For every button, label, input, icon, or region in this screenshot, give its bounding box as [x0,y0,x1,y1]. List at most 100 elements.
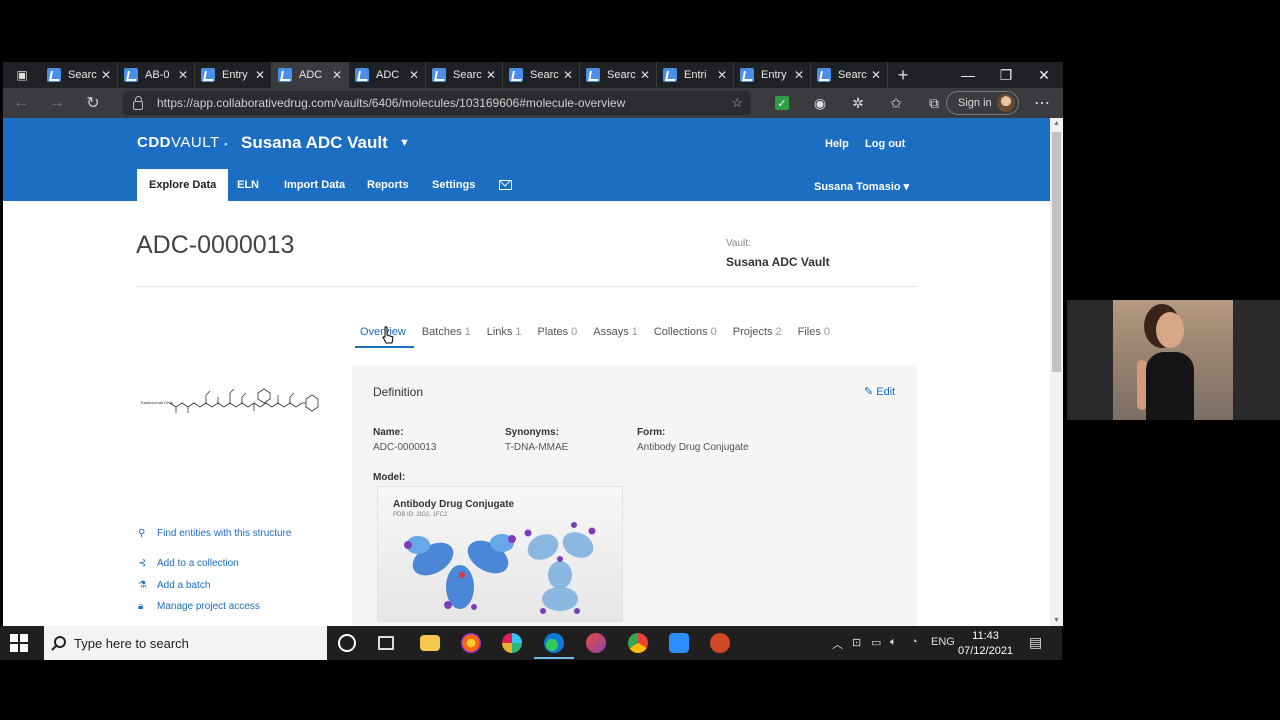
tab-close-icon[interactable]: ✕ [409,68,419,82]
windows-start-icon[interactable] [10,634,28,652]
sign-in-label: Sign in [958,97,992,109]
nav-tab-explore-data[interactable]: Explore Data [137,169,229,201]
tray-network-icon[interactable]: ⊡ [852,636,861,649]
model-image[interactable]: Antibody Drug Conjugate PDB ID: 2IG2, 1F… [377,486,623,622]
restore-button[interactable]: ❐ [987,62,1025,88]
subtab-projects[interactable]: Projects 2 [733,326,782,338]
sign-in-button[interactable]: Sign in [946,91,1019,115]
tab-close-icon[interactable]: ✕ [794,68,804,82]
antibody-illustration [404,522,596,614]
wifi-icon[interactable]: ◔ [911,636,918,648]
tab-close-icon[interactable]: ✕ [717,68,727,82]
forward-icon[interactable]: → [39,88,75,118]
firefox-icon[interactable] [461,633,481,653]
tab-close-icon[interactable]: ✕ [178,68,188,82]
tray-chevron-icon[interactable]: ︿ [832,636,843,652]
tab-close-icon[interactable]: ✕ [640,68,650,82]
side-link[interactable]: ⚗ Add a batch [138,580,210,591]
side-link[interactable]: 🔒︎ Manage project access [138,601,260,612]
notifications-icon[interactable]: ▤ [1029,634,1042,651]
edge-icon[interactable] [534,633,574,659]
page-scrollbar[interactable]: ▲ ▼ [1050,118,1063,626]
tab-close-icon[interactable]: ✕ [101,68,111,82]
close-window-button[interactable]: ✕ [1025,62,1063,88]
scroll-up-icon[interactable]: ▲ [1053,120,1060,127]
tab-title: AB-0 [145,69,170,81]
zoom-icon[interactable] [669,633,689,653]
lock-icon: 🔒︎ [138,601,144,612]
app-icon[interactable] [586,633,606,653]
new-tab-button[interactable]: + [888,65,918,86]
browser-tab[interactable]: AB-0 ✕ [118,62,195,88]
file-explorer-icon[interactable] [420,635,440,651]
browser-tab[interactable]: Searc ✕ [41,62,118,88]
help-link[interactable]: Help [825,138,849,150]
mail-icon[interactable] [499,180,512,190]
volume-icon[interactable]: 🔈︎ [890,636,897,649]
favorite-star-icon[interactable]: ☆ [731,95,743,111]
nav-tab-settings[interactable]: Settings [432,169,475,201]
clock-time: 11:43 [972,630,999,642]
cdd-favicon-icon [586,68,600,82]
side-link[interactable]: ⊰ Add to a collection [138,558,239,569]
logout-link[interactable]: Log out [865,138,905,150]
vault-selector[interactable]: Susana ADC Vault [241,133,388,153]
subtab-plates[interactable]: Plates 0 [538,326,578,338]
user-menu[interactable]: Susana Tomasio ▾ [814,180,909,193]
browser-tab[interactable]: Searc ✕ [503,62,580,88]
tab-close-icon[interactable]: ✕ [871,68,881,82]
more-menu-icon[interactable]: ⋯ [1027,88,1057,118]
browser-tab[interactable]: Searc ✕ [426,62,503,88]
cdd-vault-logo[interactable]: CDDVAULT • [137,134,228,151]
tab-close-icon[interactable]: ✕ [332,68,342,82]
molecule-title: ADC-0000013 [136,231,295,259]
slack-icon[interactable] [502,633,522,653]
task-view-icon[interactable] [378,636,394,650]
scrollbar-thumb[interactable] [1052,132,1061,372]
favorites-icon[interactable]: ✩ [877,95,915,112]
tab-close-icon[interactable]: ✕ [255,68,265,82]
subtab-batches[interactable]: Batches 1 [422,326,471,338]
browser-tab[interactable]: Searc ✕ [811,62,888,88]
cortana-icon[interactable] [338,634,356,652]
url-field[interactable]: https://app.collaborativedrug.com/vaults… [123,91,751,115]
browser-tab[interactable]: ADC ✕ [272,62,349,88]
subtab-count: 1 [515,326,522,338]
edit-button[interactable]: ✎ Edit [864,385,895,398]
browser-tab[interactable]: Entry ✕ [195,62,272,88]
scroll-down-icon[interactable]: ▼ [1053,617,1060,624]
refresh-icon[interactable]: ↻ [75,88,111,118]
back-icon[interactable]: ← [3,88,39,118]
chrome-icon[interactable] [628,633,648,653]
browser-tab[interactable]: Searc ✕ [580,62,657,88]
taskbar-search-box[interactable]: Type here to search [44,626,327,660]
tab-close-icon[interactable]: ✕ [563,68,573,82]
browser-tab[interactable]: Entry ✕ [734,62,811,88]
chemical-structure-image[interactable]: Trastuzumab DNA [140,383,322,419]
side-link[interactable]: ⚲ Find entities with this structure [138,528,292,539]
subtab-assays[interactable]: Assays 1 [593,326,638,338]
battery-icon[interactable]: ▭ [871,636,881,649]
nav-tab-import-data[interactable]: Import Data [284,169,345,201]
extension-grammar-icon[interactable]: ◉ [801,95,839,112]
extension-check-icon[interactable]: ✓ [763,96,801,110]
nav-tab-eln[interactable]: ELN [237,169,259,201]
structure-bonds [169,388,319,413]
tab-close-icon[interactable]: ✕ [486,68,496,82]
tab-title: ADC [299,69,323,81]
taskbar-clock[interactable]: 11:43 07/12/2021 [958,629,1013,659]
browser-tab[interactable]: ADC ✕ [349,62,426,88]
vault-dropdown-icon[interactable]: ▼ [399,137,410,149]
tab-actions-icon[interactable]: ▣ [3,62,41,88]
extensions-puzzle-icon[interactable]: ✲ [839,95,877,112]
nav-tab-reports[interactable]: Reports [367,169,409,201]
subtab-collections[interactable]: Collections 0 [654,326,717,338]
name-value: ADC-0000013 [373,442,437,453]
subtab-links[interactable]: Links 1 [487,326,522,338]
browser-tab[interactable]: Entri ✕ [657,62,734,88]
minimize-button[interactable]: — [949,62,987,88]
language-indicator[interactable]: ENG [931,636,955,648]
powerpoint-icon[interactable] [710,633,730,653]
subtab-files[interactable]: Files 0 [798,326,830,338]
pencil-icon: ✎ [864,386,877,398]
